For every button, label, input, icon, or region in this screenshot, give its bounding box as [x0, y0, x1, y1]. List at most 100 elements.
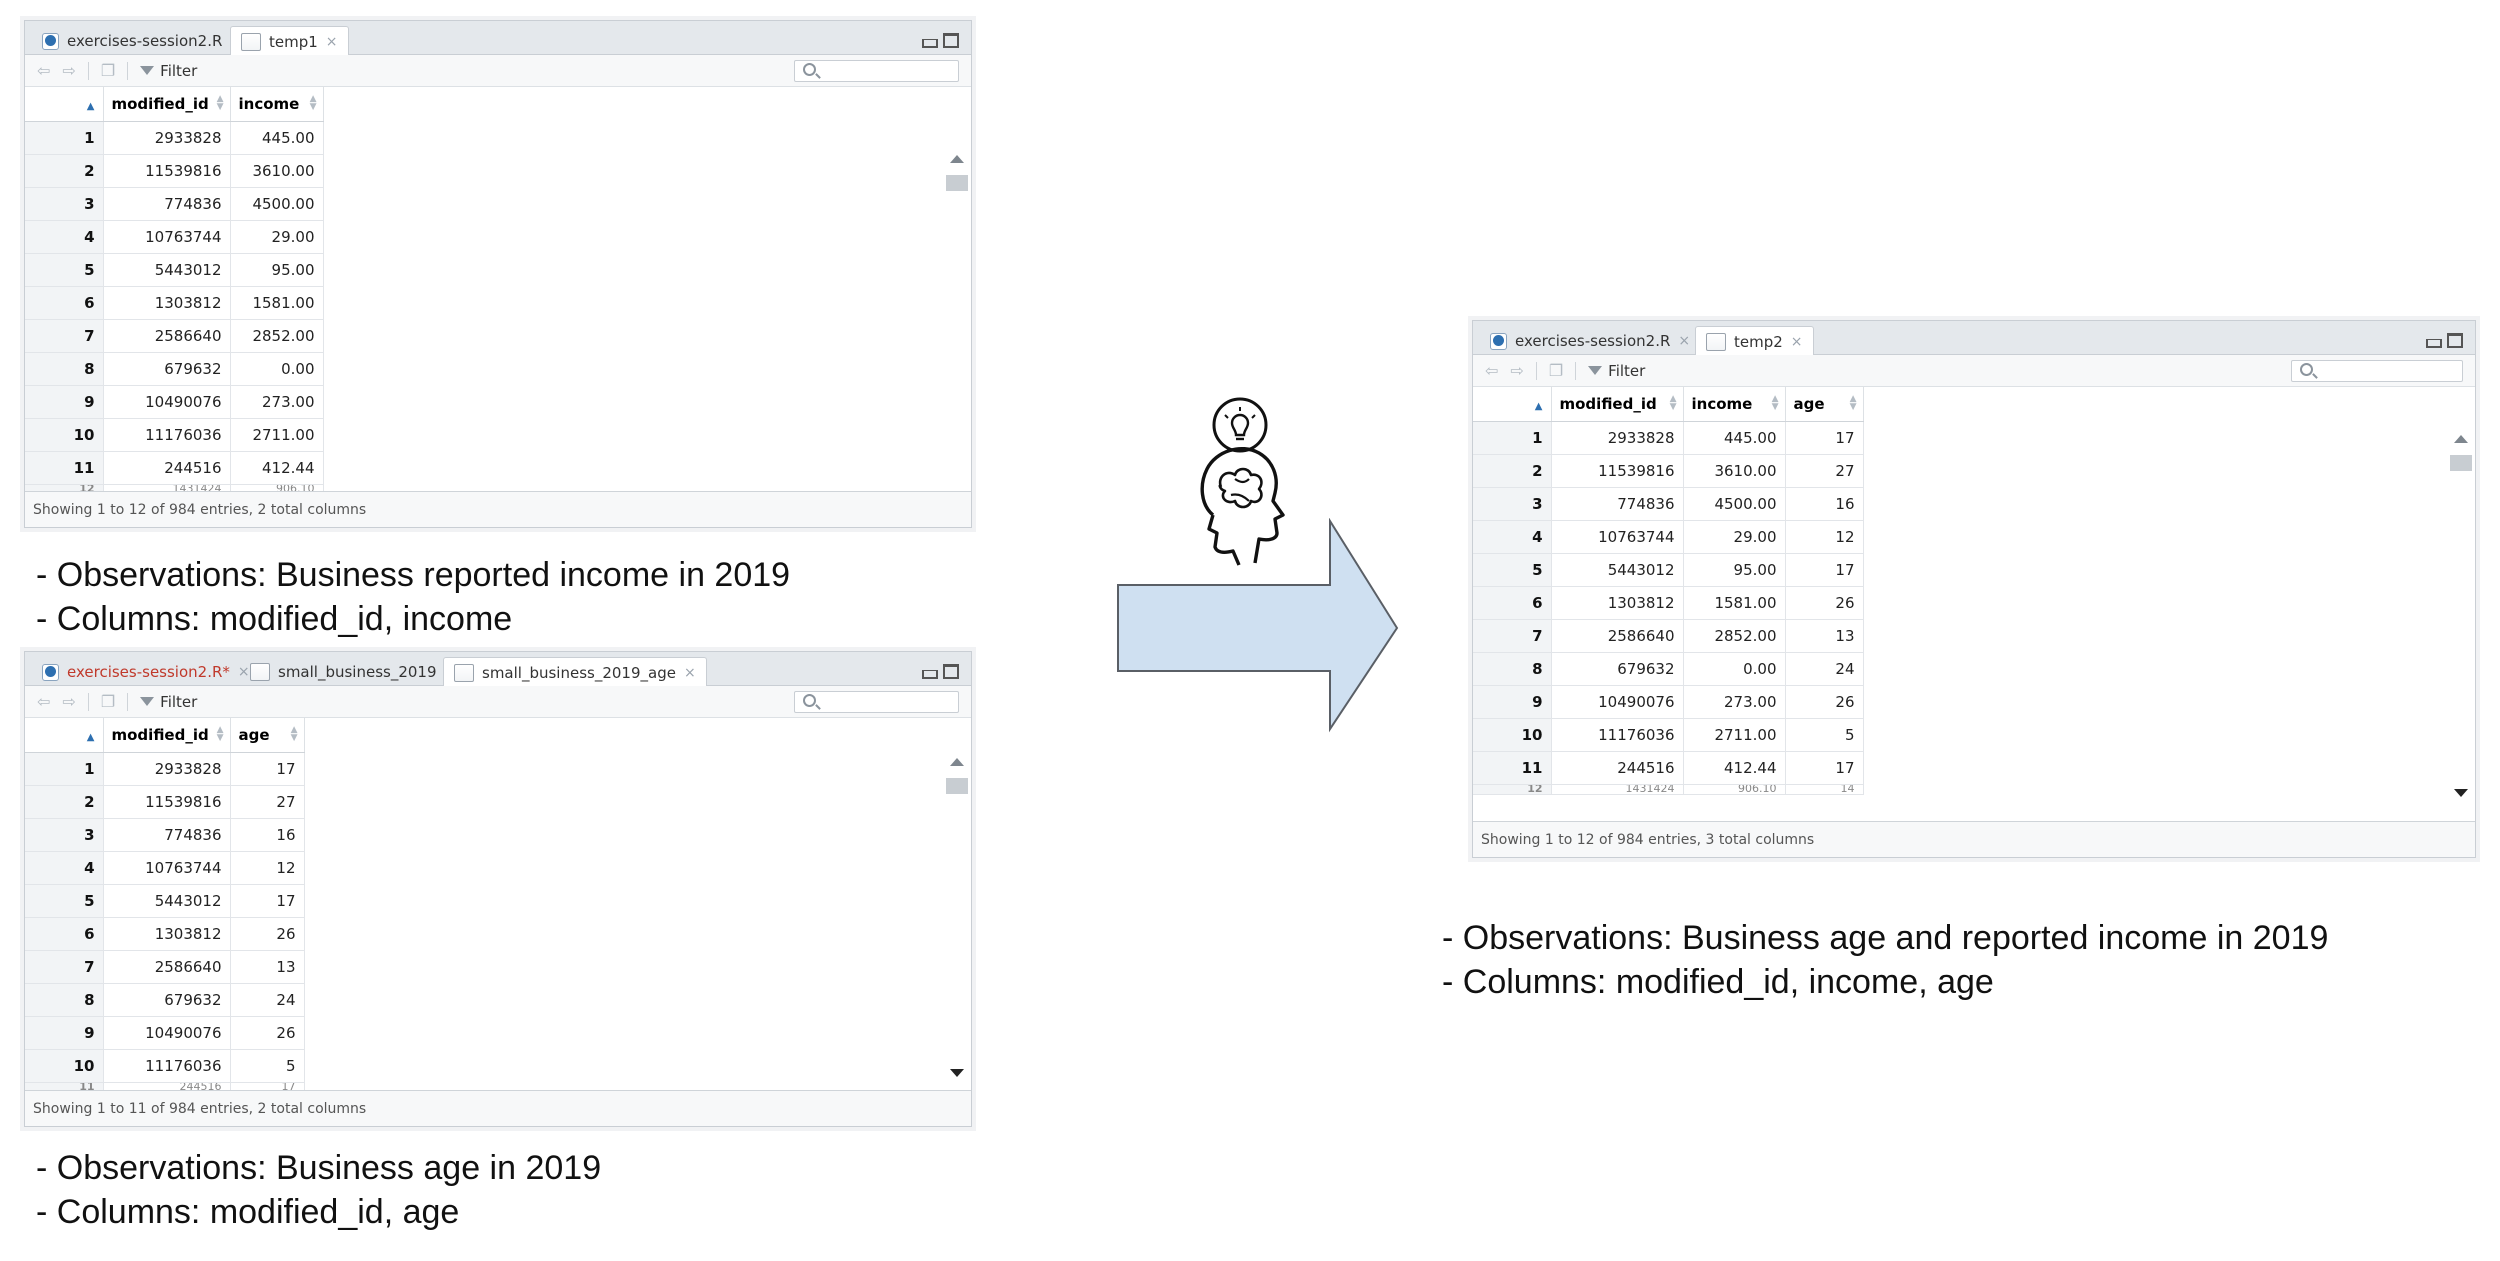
column-header[interactable]: income ▲ ▼: [230, 87, 324, 122]
table-cell[interactable]: 27: [1785, 454, 1864, 488]
table-row[interactable]: 9 10490076 273.00: [25, 385, 324, 419]
table-cell[interactable]: 16: [230, 818, 305, 852]
popout-icon[interactable]: ❐: [101, 692, 115, 711]
scroll-thumb[interactable]: [946, 778, 968, 794]
table-cell[interactable]: 11539816: [103, 154, 231, 188]
table-cell[interactable]: 17: [230, 752, 305, 786]
table-cell[interactable]: 774836: [103, 818, 231, 852]
table-cell[interactable]: 10490076: [103, 385, 231, 419]
back-icon[interactable]: ⇦: [37, 692, 50, 711]
table-cell[interactable]: 2933828: [1551, 421, 1684, 455]
table-row[interactable]: 2 11539816 3610.00: [25, 154, 324, 188]
table-cell[interactable]: 445.00: [1683, 421, 1786, 455]
vertical-scrollbar[interactable]: [2445, 387, 2475, 823]
table-row[interactable]: 11 244516 412.44 17: [1473, 751, 1864, 785]
tab-temp2[interactable]: temp2 ×: [1695, 326, 1814, 356]
table-row[interactable]: 10 11176036 5: [25, 1049, 305, 1083]
table-row[interactable]: 3 774836 4500.00 16: [1473, 487, 1864, 521]
table-cell[interactable]: 412.44: [230, 451, 324, 485]
table-cell[interactable]: 774836: [103, 187, 231, 221]
table-cell[interactable]: 1581.00: [1683, 586, 1786, 620]
column-header[interactable]: age ▲ ▼: [230, 718, 305, 753]
table-cell[interactable]: 11539816: [103, 785, 231, 819]
table-cell[interactable]: 24: [1785, 652, 1864, 686]
table-cell[interactable]: 244516: [103, 451, 231, 485]
table-cell[interactable]: 2586640: [1551, 619, 1684, 653]
table-cell[interactable]: 11539816: [1551, 454, 1684, 488]
column-header[interactable]: age ▲ ▼: [1785, 387, 1864, 422]
table-row[interactable]: 3 774836 16: [25, 818, 305, 852]
table-cell[interactable]: 17: [1785, 553, 1864, 587]
table-row[interactable]: 9 10490076 273.00 26: [1473, 685, 1864, 719]
forward-icon[interactable]: ⇨: [62, 61, 75, 80]
table-cell[interactable]: 445.00: [230, 121, 324, 155]
close-icon[interactable]: ×: [326, 34, 338, 50]
table-cell[interactable]: 10763744: [103, 220, 231, 254]
column-header[interactable]: modified_id ▲ ▼: [103, 718, 231, 753]
table-cell[interactable]: 5: [1785, 718, 1864, 752]
popout-icon[interactable]: ❐: [1549, 361, 1563, 380]
tab-exercises-script[interactable]: exercises-session2.R* ×: [31, 657, 261, 686]
table-cell[interactable]: 273.00: [1683, 685, 1786, 719]
table-row[interactable]: 4 10763744 29.00 12: [1473, 520, 1864, 554]
table-row[interactable]: 8 679632 0.00: [25, 352, 324, 386]
scroll-up-icon[interactable]: [950, 155, 964, 163]
table-row[interactable]: 7 2586640 13: [25, 950, 305, 984]
forward-icon[interactable]: ⇨: [62, 692, 75, 711]
back-icon[interactable]: ⇦: [37, 61, 50, 80]
table-cell[interactable]: 273.00: [230, 385, 324, 419]
table-cell[interactable]: 26: [230, 917, 305, 951]
table-cell[interactable]: 11176036: [1551, 718, 1684, 752]
table-cell[interactable]: 3610.00: [230, 154, 324, 188]
scroll-up-icon[interactable]: [2454, 435, 2468, 443]
table-cell[interactable]: 11176036: [103, 1049, 231, 1083]
row-number-header[interactable]: ▲: [25, 718, 104, 753]
table-cell[interactable]: 5443012: [103, 884, 231, 918]
tab-small-business-2019[interactable]: small_business_2019 ×: [239, 657, 467, 686]
table-cell[interactable]: 12: [1785, 520, 1864, 554]
table-cell[interactable]: 17: [1785, 421, 1864, 455]
table-row[interactable]: 3 774836 4500.00: [25, 187, 324, 221]
tab-exercises-script[interactable]: exercises-session2.R ×: [1479, 326, 1701, 355]
table-row[interactable]: 11 244516 412.44: [25, 451, 324, 485]
tab-exercises-script[interactable]: exercises-session2.R ×: [31, 26, 253, 55]
table-cell[interactable]: 17: [1785, 751, 1864, 785]
table-cell[interactable]: 12: [230, 851, 305, 885]
filter-button[interactable]: Filter: [1588, 362, 1645, 380]
close-icon[interactable]: ×: [1678, 333, 1690, 349]
table-row[interactable]: 2 11539816 3610.00 27: [1473, 454, 1864, 488]
minimize-icon[interactable]: [2426, 339, 2442, 348]
table-row[interactable]: 8 679632 0.00 24: [1473, 652, 1864, 686]
table-row[interactable]: 7 2586640 2852.00 13: [1473, 619, 1864, 653]
table-cell[interactable]: 5443012: [103, 253, 231, 287]
row-number-header[interactable]: ▲: [25, 87, 104, 122]
table-row[interactable]: 1 2933828 445.00: [25, 121, 324, 155]
table-cell[interactable]: 11176036: [103, 418, 231, 452]
table-row[interactable]: 2 11539816 27: [25, 785, 305, 819]
table-cell[interactable]: 24: [230, 983, 305, 1017]
scroll-down-icon[interactable]: [2454, 789, 2468, 797]
table-cell[interactable]: 2586640: [103, 950, 231, 984]
maximize-icon[interactable]: [943, 33, 959, 48]
scroll-thumb[interactable]: [2450, 455, 2472, 471]
table-row[interactable]: 6 1303812 26: [25, 917, 305, 951]
table-cell[interactable]: 2852.00: [1683, 619, 1786, 653]
table-cell[interactable]: 13: [1785, 619, 1864, 653]
table-cell[interactable]: 1581.00: [230, 286, 324, 320]
search-input[interactable]: [794, 60, 959, 82]
close-icon[interactable]: ×: [1791, 334, 1803, 350]
table-cell[interactable]: 679632: [103, 983, 231, 1017]
table-cell[interactable]: 26: [1785, 685, 1864, 719]
table-cell[interactable]: 2852.00: [230, 319, 324, 353]
table-cell[interactable]: 10490076: [103, 1016, 231, 1050]
table-row[interactable]: 1 2933828 17: [25, 752, 305, 786]
table-cell[interactable]: 14: [1785, 784, 1864, 795]
search-input[interactable]: [794, 691, 959, 713]
table-row[interactable]: 1 2933828 445.00 17: [1473, 421, 1864, 455]
popout-icon[interactable]: ❐: [101, 61, 115, 80]
table-row[interactable]: 4 10763744 29.00: [25, 220, 324, 254]
search-input[interactable]: [2291, 360, 2463, 382]
table-cell[interactable]: 4500.00: [1683, 487, 1786, 521]
table-cell[interactable]: 10490076: [1551, 685, 1684, 719]
maximize-icon[interactable]: [2447, 333, 2463, 348]
